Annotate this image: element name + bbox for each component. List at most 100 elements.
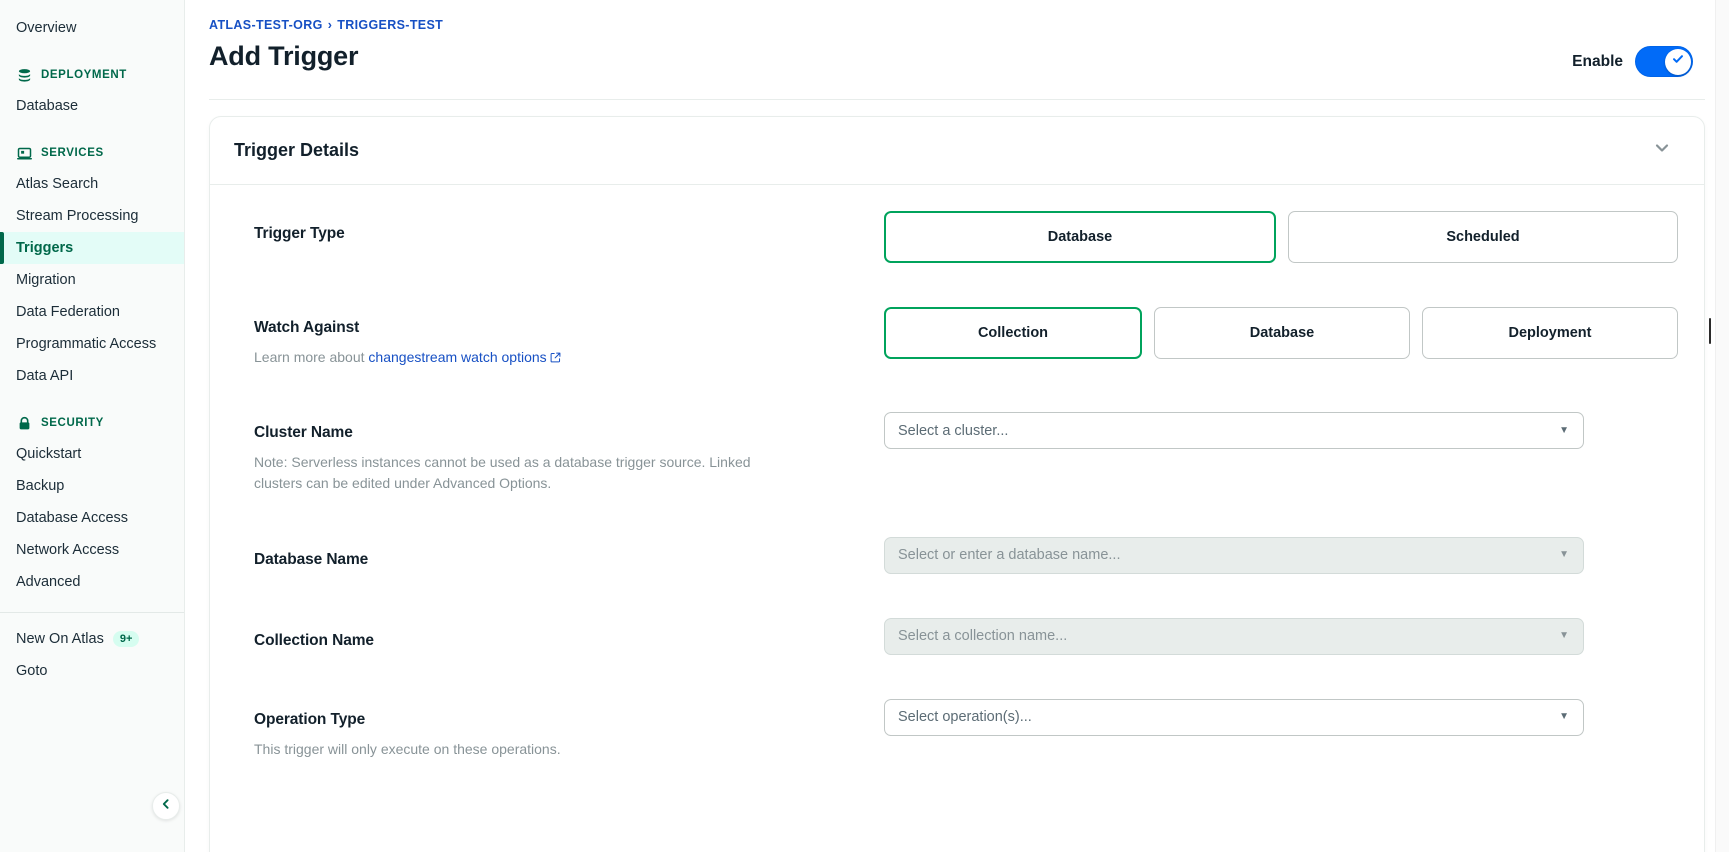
sidebar-item-overview[interactable]: Overview [0, 12, 184, 44]
breadcrumb-separator: › [328, 18, 333, 32]
operation-type-label-block: Operation Type This trigger will only ex… [254, 699, 884, 759]
trigger-details-collapse-button[interactable] [1646, 132, 1678, 169]
header-divider [209, 99, 1705, 100]
sidebar-item-label: Quickstart [16, 446, 81, 462]
sidebar-item-new-on-atlas[interactable]: New On Atlas 9+ [0, 623, 184, 655]
sidebar-item-label: Database [16, 98, 78, 114]
operation-type-note: This trigger will only execute on these … [254, 739, 794, 759]
database-name-label-block: Database Name [254, 537, 884, 569]
watch-against-help: Learn more about changestream watch opti… [254, 347, 794, 368]
collection-name-select-value: Select a collection name... [898, 628, 1067, 644]
external-link-icon[interactable] [550, 348, 561, 368]
sidebar-group-services: Services [0, 138, 184, 168]
sidebar-item-quickstart[interactable]: Quickstart [0, 438, 184, 470]
enable-label: Enable [1572, 53, 1623, 71]
database-name-label: Database Name [254, 551, 844, 569]
chevron-down-icon: ▼ [1559, 631, 1569, 641]
sidebar-item-data-api[interactable]: Data API [0, 360, 184, 392]
cluster-name-label-block: Cluster Name Note: Serverless instances … [254, 412, 884, 493]
chevron-left-icon [160, 797, 172, 815]
main-content: ATLAS-TEST-ORG › TRIGGERS-TEST Add Trigg… [185, 0, 1729, 852]
sidebar-item-label: Data Federation [16, 304, 120, 320]
chevron-down-icon: ▼ [1559, 426, 1569, 436]
sidebar-group-label: Services [41, 147, 104, 159]
trigger-type-option-database[interactable]: Database [884, 211, 1276, 263]
sidebar: Overview Deployment Database [0, 0, 185, 852]
page-header: ATLAS-TEST-ORG › TRIGGERS-TEST Add Trigg… [185, 0, 1729, 77]
sidebar-item-database[interactable]: Database [0, 90, 184, 122]
enable-toggle-group: Enable [1572, 18, 1693, 77]
enable-toggle[interactable] [1635, 46, 1693, 77]
watch-against-option-collection[interactable]: Collection [884, 307, 1142, 359]
cluster-name-label: Cluster Name [254, 424, 844, 442]
database-name-select[interactable]: Select or enter a database name... ▼ [884, 537, 1584, 574]
sidebar-group-deployment: Deployment [0, 60, 184, 90]
sidebar-item-label: Programmatic Access [16, 336, 156, 352]
chevron-down-icon: ▼ [1559, 712, 1569, 722]
page-title: Add Trigger [209, 41, 443, 72]
watch-against-option-deployment[interactable]: Deployment [1422, 307, 1678, 359]
collection-name-select[interactable]: Select a collection name... ▼ [884, 618, 1584, 655]
option-label: Database [1250, 325, 1314, 341]
cluster-name-control: Select a cluster... ▼ [884, 412, 1678, 449]
sidebar-divider [0, 612, 184, 613]
sidebar-item-label: Database Access [16, 510, 128, 526]
sidebar-item-triggers[interactable]: Triggers [0, 232, 184, 264]
trigger-type-label: Trigger Type [254, 225, 844, 243]
sidebar-item-label: Advanced [16, 574, 81, 590]
chevron-down-icon [1652, 138, 1672, 163]
cluster-name-note: Note: Serverless instances cannot be use… [254, 452, 794, 493]
watch-against-option-database[interactable]: Database [1154, 307, 1410, 359]
sidebar-collapse-button[interactable] [152, 792, 180, 820]
check-icon [1671, 52, 1685, 71]
breadcrumb-project[interactable]: TRIGGERS-TEST [337, 18, 443, 32]
sidebar-item-database-access[interactable]: Database Access [0, 502, 184, 534]
sidebar-item-migration[interactable]: Migration [0, 264, 184, 296]
cluster-name-select[interactable]: Select a cluster... ▼ [884, 412, 1584, 449]
sidebar-item-goto[interactable]: Goto [0, 655, 184, 687]
sidebar-item-label: Triggers [16, 240, 73, 256]
sidebar-item-label: Data API [16, 368, 73, 384]
atlas-app-window: Overview Deployment Database [0, 0, 1729, 852]
breadcrumb-org[interactable]: ATLAS-TEST-ORG [209, 18, 323, 32]
option-label: Collection [978, 325, 1048, 341]
field-collection-name: Collection Name Select a collection name… [254, 618, 1678, 655]
option-label: Scheduled [1446, 229, 1519, 245]
page-scrollbar[interactable] [1715, 0, 1729, 852]
database-name-control: Select or enter a database name... ▼ [884, 537, 1678, 574]
operation-type-select[interactable]: Select operation(s)... ▼ [884, 699, 1584, 736]
sidebar-item-atlas-search[interactable]: Atlas Search [0, 168, 184, 200]
sidebar-item-programmatic-access[interactable]: Programmatic Access [0, 328, 184, 360]
sidebar-item-data-federation[interactable]: Data Federation [0, 296, 184, 328]
card-title: Trigger Details [234, 140, 359, 161]
breadcrumb[interactable]: ATLAS-TEST-ORG › TRIGGERS-TEST [209, 18, 443, 32]
lock-icon [17, 416, 32, 431]
field-trigger-type: Trigger Type Database Scheduled [254, 211, 1678, 263]
changestream-watch-options-link[interactable]: changestream watch options [368, 349, 546, 365]
field-database-name: Database Name Select or enter a database… [254, 537, 1678, 574]
sidebar-item-label: Goto [16, 663, 47, 679]
sidebar-item-advanced[interactable]: Advanced [0, 566, 184, 598]
database-icon [17, 68, 32, 83]
option-label: Database [1048, 229, 1112, 245]
chevron-down-icon: ▼ [1559, 550, 1569, 560]
sidebar-item-label: Overview [16, 20, 76, 36]
watch-against-help-prefix: Learn more about [254, 349, 365, 365]
operation-type-select-value: Select operation(s)... [898, 709, 1032, 725]
sidebar-item-backup[interactable]: Backup [0, 470, 184, 502]
sidebar-item-label: Atlas Search [16, 176, 98, 192]
operation-type-control: Select operation(s)... ▼ [884, 699, 1678, 736]
sidebar-item-network-access[interactable]: Network Access [0, 534, 184, 566]
sidebar-item-label: New On Atlas [16, 631, 104, 647]
collection-name-control: Select a collection name... ▼ [884, 618, 1678, 655]
new-on-atlas-badge: 9+ [113, 631, 140, 647]
sidebar-item-stream-processing[interactable]: Stream Processing [0, 200, 184, 232]
sidebar-group-label: Deployment [41, 69, 127, 81]
trigger-details-card: Trigger Details Trigger Type [209, 116, 1705, 852]
operation-type-label: Operation Type [254, 711, 844, 729]
watch-against-label-block: Watch Against Learn more about changestr… [254, 307, 884, 368]
trigger-details-body: Trigger Type Database Scheduled Watc [210, 185, 1704, 789]
watch-against-label: Watch Against [254, 319, 844, 337]
services-icon [17, 146, 32, 161]
trigger-type-option-scheduled[interactable]: Scheduled [1288, 211, 1678, 263]
